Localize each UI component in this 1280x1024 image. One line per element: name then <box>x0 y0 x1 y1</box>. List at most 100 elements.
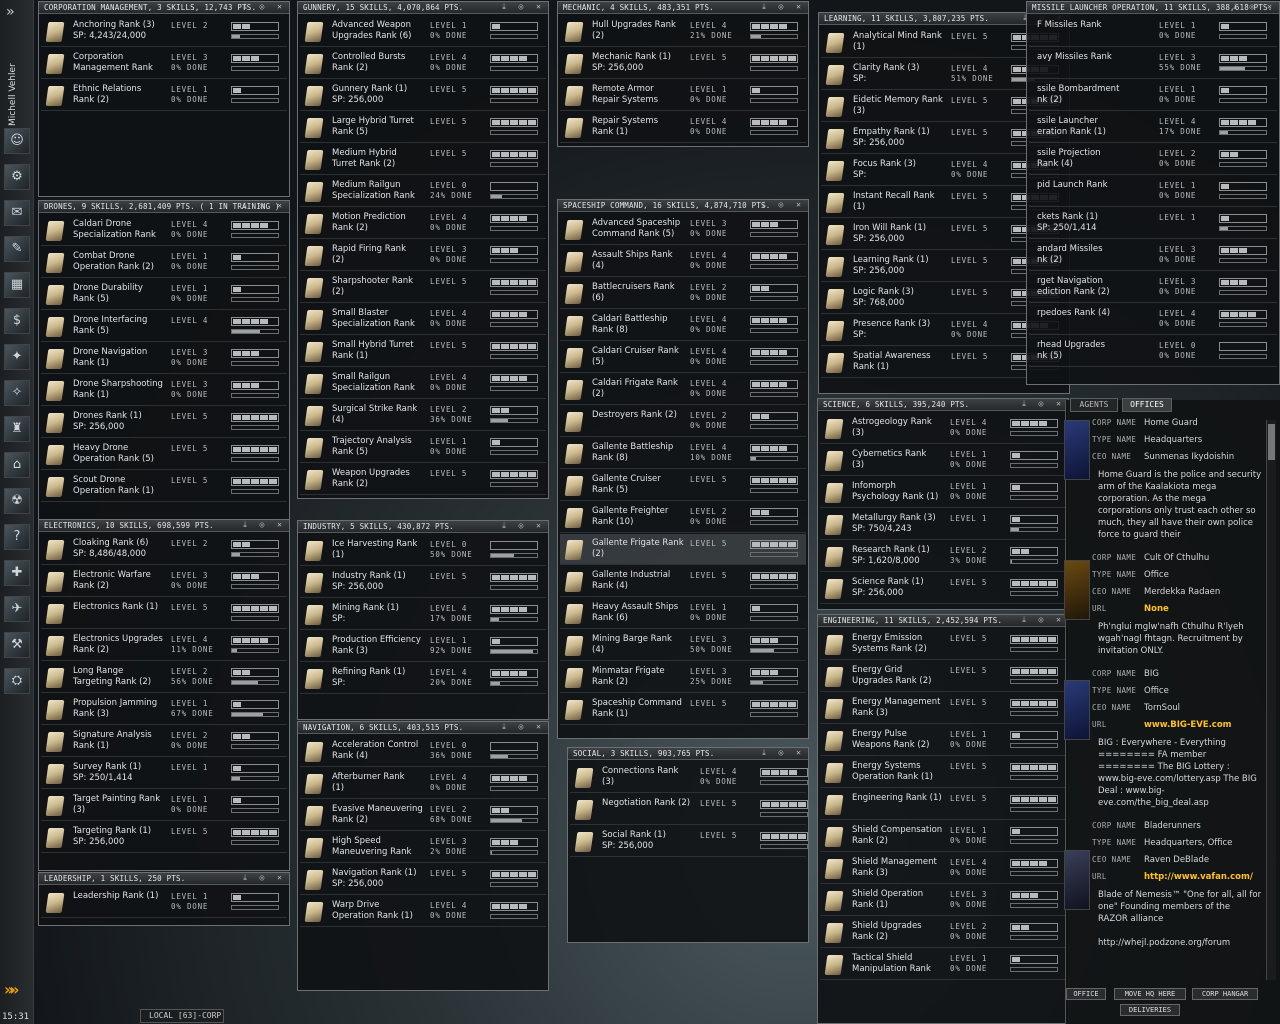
skill-row[interactable]: Evasive Maneuvering Rank (2) LEVEL 2 68% D… <box>300 800 546 831</box>
skill-row[interactable]: Gallente Industrial Rank (4) LEVEL 5 <box>560 566 806 597</box>
skill-row[interactable]: Astrogeology Rank (3) LEVEL 4 0% DONE <box>820 413 1066 444</box>
skill-row[interactable]: Energy Emission Systems Rank (2) LEVEL 5 <box>820 629 1066 660</box>
skill-row[interactable]: ckets Rank (1) SP: 250/1,414 LEVEL 1 <box>1029 208 1277 239</box>
skill-window-corp[interactable]: CORPORATION MANAGEMENT, 3 SKILLS, 12,743… <box>38 1 290 197</box>
skill-row[interactable]: Combat Drone Operation Rank (2) LEVEL 1 0%… <box>41 247 287 278</box>
skill-row[interactable]: Energy Pulse Weapons Rank (2) LEVEL 1 0% D… <box>820 725 1066 756</box>
window-header[interactable]: NAVIGATION, 6 SKILLS, 403,515 PTS. ⤓ ◎ ✕ <box>298 722 548 734</box>
skill-row[interactable]: Gallente Battleship Rank (8) LEVEL 4 10% D… <box>560 438 806 469</box>
window-header[interactable]: CORPORATION MANAGEMENT, 3 SKILLS, 12,743… <box>39 2 289 14</box>
url-value[interactable]: None <box>1144 604 1169 614</box>
skill-row[interactable]: Gallente Cruiser Rank (5) LEVEL 5 <box>560 470 806 501</box>
window-header[interactable]: GUNNERY, 15 SKILLS, 4,070,864 PTS. ⤓ ◎ ✕ <box>298 2 548 14</box>
window-controls-icon[interactable]: ⤓ ◎ ✕ <box>502 2 545 12</box>
skill-row[interactable]: Destroyers Rank (2) LEVEL 2 0% DONE <box>560 406 806 437</box>
skill-row[interactable]: Small Railgun Specialization Rank LEVEL 4… <box>300 368 546 399</box>
contracts-icon[interactable]: ✚ <box>4 560 30 586</box>
url-value[interactable]: http://www.vafan.com/ <box>1144 872 1253 882</box>
skill-row[interactable]: Industry Rank (1) SP: 256,000 LEVEL 5 <box>300 567 546 598</box>
skill-row[interactable]: Caldari Cruiser Rank (5) LEVEL 4 0% DONE <box>560 342 806 373</box>
window-header[interactable]: SOCIAL, 3 SKILLS, 903,765 PTS. ⤓ ◎ ✕ <box>568 748 808 760</box>
assets-icon[interactable]: ▦ <box>4 272 30 298</box>
skill-row[interactable]: Caldari Drone Specialization Rank LEVEL 4… <box>41 215 287 246</box>
tab-offices[interactable]: OFFICES <box>1122 398 1172 412</box>
skill-row[interactable]: F Missiles Rank LEVEL 1 0% DONE <box>1029 16 1277 47</box>
skill-row[interactable]: Acceleration Control Rank (4) LEVEL 0 36% … <box>300 736 546 767</box>
help-icon[interactable]: ? <box>4 524 30 550</box>
skill-row[interactable]: Warp Drive Operation Rank (1) LEVEL 4 0% D… <box>300 896 546 927</box>
window-controls-icon[interactable]: ⤓ ◎ ✕ <box>1022 615 1065 625</box>
skill-window-industry[interactable]: INDUSTRY, 5 SKILLS, 430,872 PTS. ⤓ ◎ ✕ Ice… <box>297 520 549 720</box>
character-sheet-icon[interactable]: ⚙ <box>4 164 30 190</box>
skill-row[interactable]: Propulsion Jamming Rank (3) LEVEL 1 67% DO… <box>41 694 287 725</box>
skill-row[interactable]: Science Rank (1) SP: 256,000 LEVEL 5 <box>820 573 1066 604</box>
window-controls-icon[interactable]: ⤓ ◎ ✕ <box>502 722 545 732</box>
ships-icon[interactable]: ✈ <box>4 596 30 622</box>
skill-window-science[interactable]: SCIENCE, 6 SKILLS, 395,240 PTS. ⤓ ◎ ✕ Astr… <box>817 398 1069 610</box>
window-controls-icon[interactable]: ⤓ ◎ ✕ <box>502 521 545 531</box>
skill-row[interactable]: Targeting Rank (1) SP: 256,000 LEVEL 5 <box>41 822 287 853</box>
office-button[interactable]: OFFICE <box>1066 988 1106 1000</box>
skill-window-drones[interactable]: DRONES, 9 SKILLS, 2,681,409 PTS. ( 1 IN … <box>38 200 290 520</box>
window-header[interactable]: MISSILE LAUNCHER OPERATION, 11 SKILLS, 3… <box>1027 2 1279 14</box>
skill-row[interactable]: Anchoring Rank (3) SP: 4,243/24,000 LEVEL… <box>41 16 287 47</box>
skill-row[interactable]: Shield Upgrades Rank (2) LEVEL 2 0% DONE <box>820 917 1066 948</box>
skill-row[interactable]: Production Efficiency Rank (3) LEVEL 1 92%… <box>300 631 546 662</box>
skill-row[interactable]: Medium Railgun Specialization Rank LEVEL … <box>300 176 546 207</box>
skill-row[interactable]: Spaceship Command Rank (1) LEVEL 5 <box>560 694 806 725</box>
skill-row[interactable]: Drones Rank (1) SP: 256,000 LEVEL 5 <box>41 407 287 438</box>
corp-hangar-button[interactable]: CORP HANGAR <box>1192 988 1258 1000</box>
settings-icon[interactable]: ⚒ <box>4 632 30 658</box>
skill-row[interactable]: Large Hybrid Turret Rank (5) LEVEL 5 <box>300 112 546 143</box>
skill-row[interactable]: Cybernetics Rank (3) LEVEL 1 0% DONE <box>820 445 1066 476</box>
skill-row[interactable]: Electronics Rank (1) LEVEL 5 <box>41 598 287 629</box>
window-header[interactable]: LEADERSHIP, 1 SKILLS, 250 PTS. ⤓ ◎ ✕ <box>39 873 289 885</box>
skill-window-social[interactable]: SOCIAL, 3 SKILLS, 903,765 PTS. ⤓ ◎ ✕ Conne… <box>567 747 809 943</box>
window-controls-icon[interactable]: ⤓ ◎ ✕ <box>1233 2 1276 12</box>
window-header[interactable]: ENGINEERING, 11 SKILLS, 2,452,594 PTS. ⤓ … <box>818 615 1068 627</box>
skill-row[interactable]: Energy Grid Upgrades Rank (2) LEVEL 5 <box>820 661 1066 692</box>
window-controls-icon[interactable]: ⤓ ◎ ✕ <box>243 873 286 883</box>
offices-scrollbar[interactable] <box>1266 420 1276 980</box>
move-hq-button[interactable]: MOVE HQ HERE <box>1114 988 1186 1000</box>
skill-row[interactable]: Drone Interfacing Rank (5) LEVEL 4 <box>41 311 287 342</box>
skill-row[interactable]: Corporation Management Rank LEVEL 3 0% DON… <box>41 48 287 79</box>
skill-row[interactable]: Connections Rank (3) LEVEL 4 0% DONE <box>570 762 808 793</box>
corporation-icon[interactable]: ♜ <box>4 416 30 442</box>
skill-row[interactable]: Assault Ships Rank (4) LEVEL 4 0% DONE <box>560 246 806 277</box>
skill-row[interactable]: Sharpshooter Rank (2) LEVEL 5 <box>300 272 546 303</box>
skill-row[interactable]: rget Navigation ediction Rank (2) LEVEL 3… <box>1029 272 1277 303</box>
skill-row[interactable]: Survey Rank (1) SP: 250/1,414 LEVEL 1 <box>41 758 287 789</box>
skill-row[interactable]: Gallente Freighter Rank (10) LEVEL 2 0% DO… <box>560 502 806 533</box>
skill-row[interactable]: Advanced Spaceship Command Rank (5) LEVEL… <box>560 214 806 245</box>
skill-row[interactable]: Electronics Upgrades Rank (2) LEVEL 4 11% … <box>41 630 287 661</box>
skill-row[interactable]: Ethnic Relations Rank (2) LEVEL 1 0% DONE <box>41 80 287 111</box>
skill-row[interactable]: Afterburner Rank (1) LEVEL 4 0% DONE <box>300 768 546 799</box>
skill-row[interactable]: Scout Drone Operation Rank (1) LEVEL 5 <box>41 471 287 502</box>
skill-row[interactable]: Shield Compensation Rank (2) LEVEL 1 0% DO… <box>820 821 1066 852</box>
skill-row[interactable]: avy Missiles Rank LEVEL 3 55% DONE <box>1029 48 1277 79</box>
url-value[interactable]: www.BIG-EVE.com <box>1144 720 1232 730</box>
skill-row[interactable]: Minmatar Frigate Rank (2) LEVEL 3 25% DONE <box>560 662 806 693</box>
skill-row[interactable]: Advanced Weapon Upgrades Rank (6) LEVEL 1… <box>300 16 546 47</box>
skill-row[interactable]: Mining Barge Rank (4) LEVEL 3 50% DONE <box>560 630 806 661</box>
skill-row[interactable]: pid Launch Rank LEVEL 1 0% DONE <box>1029 176 1277 207</box>
window-controls-icon[interactable]: ⤓ ◎ ✕ <box>762 200 805 210</box>
skill-row[interactable]: rhead Upgrades nk (5) LEVEL 0 0% DONE <box>1029 336 1277 367</box>
skill-row[interactable]: Leadership Rank (1) LEVEL 1 0% DONE <box>41 887 287 918</box>
skill-row[interactable]: andard Missiles nk (2) LEVEL 3 0% DONE <box>1029 240 1277 271</box>
skill-row[interactable]: Energy Systems Operation Rank (1) LEVEL 5 <box>820 757 1066 788</box>
skill-row[interactable]: Gallente Frigate Rank (2) LEVEL 5 <box>560 534 806 565</box>
skill-row[interactable]: Motion Prediction Rank (2) LEVEL 4 0% DONE <box>300 208 546 239</box>
skill-window-missile[interactable]: MISSILE LAUNCHER OPERATION, 11 SKILLS, 3… <box>1026 1 1280 385</box>
window-controls-icon[interactable]: ⤓ ◎ ✕ <box>243 520 286 530</box>
deliveries-button[interactable]: DELIVERIES <box>1120 1004 1180 1016</box>
skill-row[interactable]: Negotiation Rank (2) LEVEL 5 <box>570 794 808 825</box>
window-controls-icon[interactable]: ⤓ ◎ ✕ <box>762 748 805 758</box>
skill-row[interactable]: Navigation Rank (1) SP: 256,000 LEVEL 5 <box>300 864 546 895</box>
window-header[interactable]: INDUSTRY, 5 SKILLS, 430,872 PTS. ⤓ ◎ ✕ <box>298 521 548 533</box>
notepad-icon[interactable]: ✎ <box>4 236 30 262</box>
window-controls-icon[interactable]: ⤓ ◎ ✕ <box>762 2 805 12</box>
fitting-icon[interactable]: ⌂ <box>4 452 30 478</box>
skill-row[interactable]: Drone Navigation Rank (1) LEVEL 3 0% DONE <box>41 343 287 374</box>
